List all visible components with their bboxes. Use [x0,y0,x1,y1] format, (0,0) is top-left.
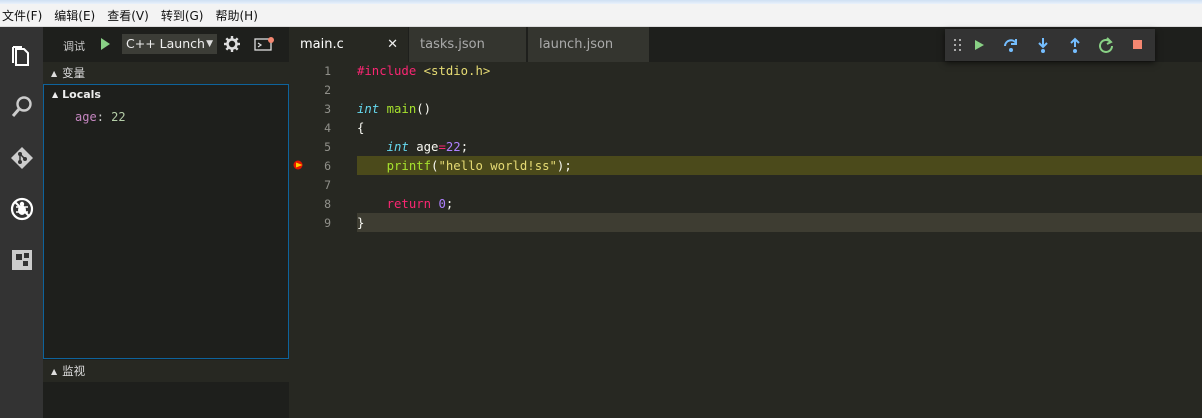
launch-config-select[interactable]: C++ Launch ▼ [122,34,217,54]
line-number: 2 [324,83,331,97]
menu-view[interactable]: 查看(V) [107,7,154,24]
launch-config-value: C++ Launch [126,36,205,51]
step-into-icon[interactable] [1033,35,1053,55]
code-line: int main() [357,102,432,116]
code-line: int age=22; [386,140,469,154]
variables-section-title: 变量 [62,66,86,80]
code-line: { [357,121,365,135]
extensions-icon[interactable] [0,238,43,282]
code-line: } [357,216,365,230]
variable-row[interactable]: age: 22 [75,107,126,127]
line-number: 5 [324,140,331,154]
start-debugging-icon[interactable] [99,37,111,54]
expand-triangle-icon: ▲ [52,90,59,99]
continue-icon[interactable] [969,35,989,55]
restart-icon[interactable] [1096,35,1116,55]
variable-value: 22 [111,110,126,124]
tab-tasks-json[interactable]: tasks.json [409,27,526,62]
tab-label: launch.json [539,37,614,52]
debug-sidebar: 调试 C++ Launch ▼ ▲ 变量 ▲ Locals age: 22 ▲ 监视 [43,27,289,418]
line-number: 7 [324,178,331,192]
tab-label: main.c [300,37,344,52]
debug-console-icon[interactable] [254,36,276,55]
line-number: 3 [324,102,331,116]
line-number: 4 [324,121,331,135]
scope-locals[interactable]: ▲ Locals [52,85,101,105]
current-line-highlight [357,213,1202,232]
code-line: return 0; [386,197,454,211]
stop-icon[interactable] [1128,35,1148,55]
line-number: 1 [324,64,331,78]
expand-triangle-icon: ▲ [51,69,58,78]
tab-launch-json[interactable]: launch.json [528,27,649,62]
line-number: 9 [324,216,331,230]
git-icon[interactable] [0,136,43,180]
watch-section-title: 监视 [62,364,86,378]
debug-toolbar [945,29,1155,61]
menu-help[interactable]: 帮助(H) [215,7,262,24]
code-line: #include <stdio.h> [357,64,491,78]
code-line: printf("hello world!ss"); [386,159,572,173]
gear-icon[interactable] [223,35,241,56]
menubar: 文件(F) 编辑(E) 查看(V) 转到(G) 帮助(H) [0,4,1202,27]
variable-name: age [75,110,97,124]
menu-goto[interactable]: 转到(G) [161,7,209,24]
chevron-down-icon: ▼ [206,39,213,49]
debug-icon[interactable] [0,187,43,231]
variables-tree: ▲ Locals age: 22 [43,84,289,359]
line-number: 8 [324,197,331,211]
tab-main-c[interactable]: main.c ✕ [289,27,408,62]
menu-edit[interactable]: 编辑(E) [54,7,100,24]
line-number: 6 [324,159,331,173]
drag-handle-icon[interactable] [948,35,968,55]
close-icon[interactable]: ✕ [387,27,398,62]
debug-header: 调试 C++ Launch ▼ [43,27,289,62]
search-icon[interactable] [0,85,43,129]
expand-triangle-icon: ▲ [51,367,58,376]
activity-bar [0,27,43,418]
scope-locals-label: Locals [62,88,101,101]
menu-file[interactable]: 文件(F) [2,7,47,24]
explorer-icon[interactable] [0,35,43,79]
watch-section-header[interactable]: ▲ 监视 [43,360,289,382]
step-over-icon[interactable] [1001,35,1021,55]
step-out-icon[interactable] [1065,35,1085,55]
variables-section-header[interactable]: ▲ 变量 [43,62,289,84]
debug-title: 调试 [63,40,85,53]
tab-label: tasks.json [420,37,485,52]
code-editor[interactable]: 1 2 3 4 5 6 7 8 9 #include <stdio.h> int… [289,62,1202,418]
